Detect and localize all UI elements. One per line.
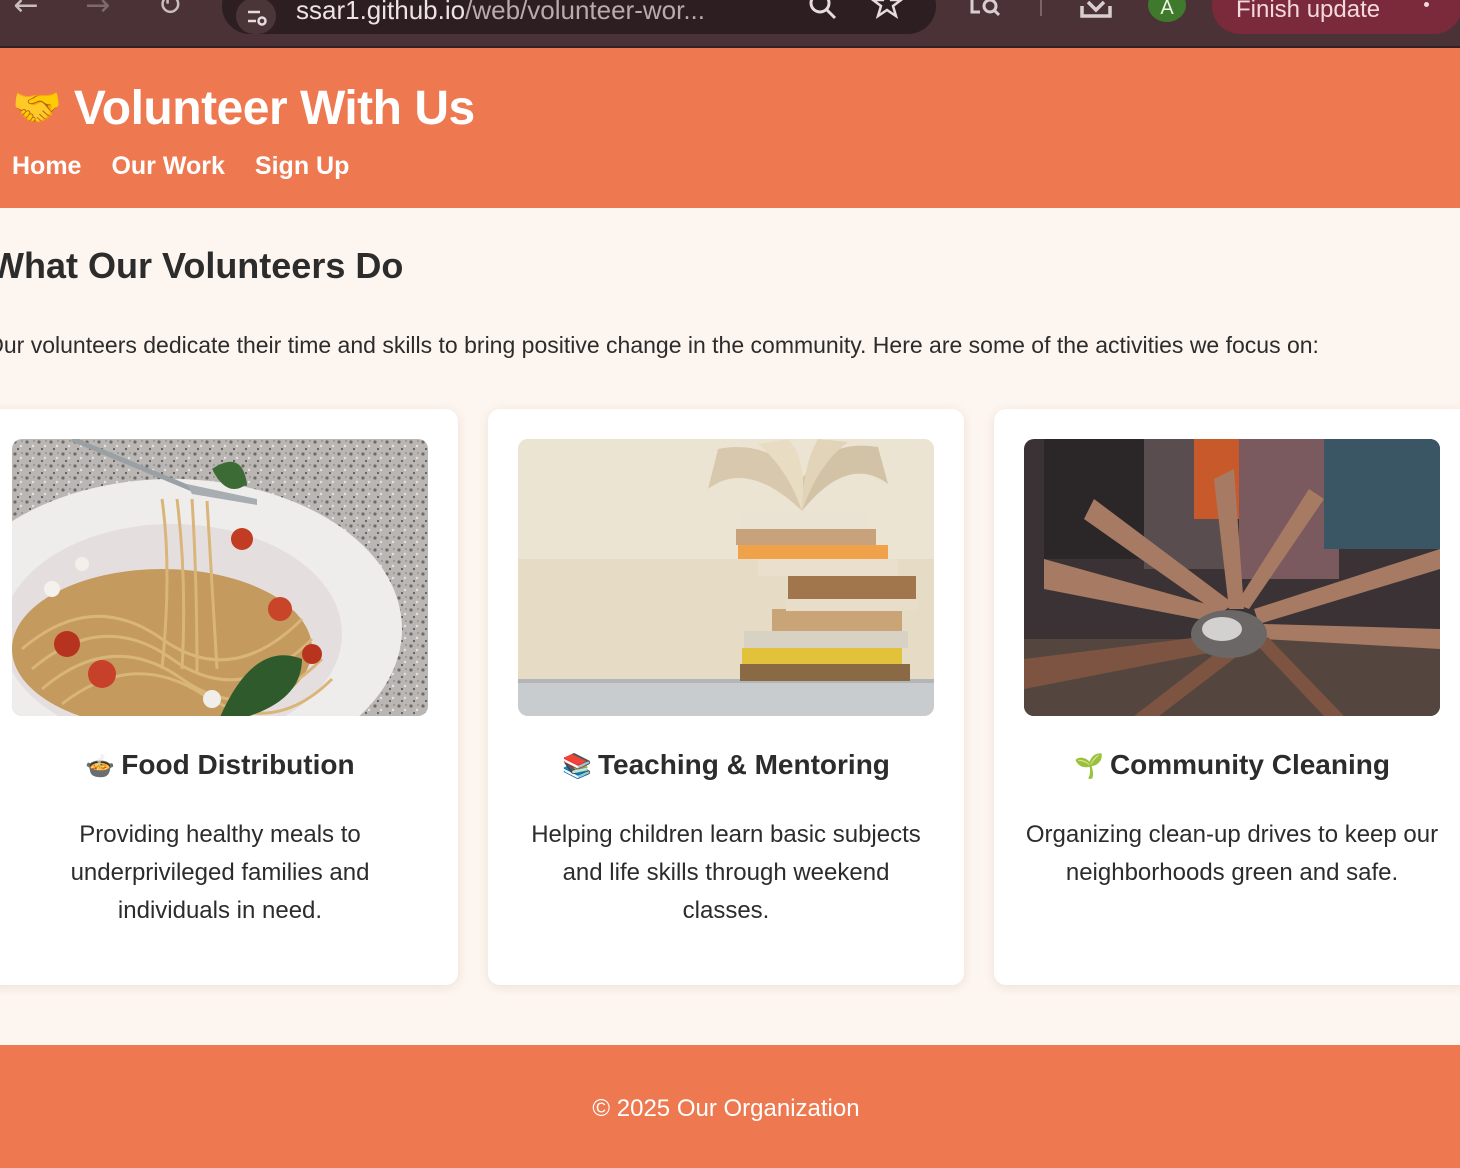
activity-card-food-distribution: 🍲 Food Distribution Providing healthy mea… — [0, 409, 458, 985]
activity-card-community-cleaning: 🌱 Community Cleaning Organizing clean-up … — [994, 409, 1460, 985]
seedling-icon: 🌱 — [1074, 752, 1104, 780]
stew-icon: 🍲 — [85, 752, 116, 780]
card-title-text: Teaching & Mentoring — [597, 749, 890, 780]
card-description: Providing healthy meals to underprivileg… — [70, 821, 370, 924]
finish-update-button[interactable]: Finish update — [1212, 0, 1460, 34]
url-domain: ssar1.github.io — [296, 0, 466, 25]
address-bar[interactable]: ssar1.github.io/web/volunteer-wor... — [222, 0, 936, 34]
footer-copyright: © 2025 Our Organization — [0, 1095, 1460, 1123]
lens-icon[interactable] — [968, 0, 1004, 28]
section-description: Our volunteers dedicate their time and s… — [0, 332, 1319, 358]
site-header: 🤝 Volunteer With Us Home Our Work Sign U… — [0, 48, 1460, 208]
hands-together-photo — [1024, 439, 1440, 716]
card-description: Helping children learn basic subjects an… — [531, 821, 921, 924]
toolbar-divider — [1040, 0, 1042, 16]
site-footer: © 2025 Our Organization — [0, 1045, 1460, 1168]
finish-update-label: Finish update — [1236, 0, 1381, 23]
footer-copyright-text: © 2025 Our Organization — [592, 1095, 860, 1122]
card-title: 🌱 Community Cleaning — [994, 749, 1460, 781]
profile-avatar[interactable]: A — [1148, 0, 1186, 22]
url-path: /web/volunteer-wor... — [465, 0, 705, 25]
pasta-photo — [12, 439, 428, 716]
more-options-icon[interactable] — [1424, 0, 1432, 12]
site-info-icon[interactable] — [236, 0, 276, 34]
back-arrow-icon[interactable]: ← — [6, 0, 46, 26]
url-text[interactable]: ssar1.github.io/web/volunteer-wor... — [296, 0, 705, 26]
card-title: 🍲 Food Distribution — [0, 749, 458, 781]
books-photo — [518, 439, 934, 716]
card-description: Organizing clean-up drives to keep our n… — [1025, 821, 1439, 886]
nav-link-home[interactable]: Home — [12, 152, 81, 181]
search-icon[interactable] — [806, 0, 840, 28]
site-title-text: Volunteer With Us — [73, 81, 475, 135]
card-title: 📚 Teaching & Mentoring — [488, 749, 964, 781]
books-icon: 📚 — [562, 752, 592, 780]
card-title-text: Community Cleaning — [1109, 749, 1390, 780]
forward-arrow-icon[interactable]: → — [78, 0, 118, 26]
download-icon[interactable] — [1078, 0, 1114, 28]
handshake-icon: 🤝 — [12, 85, 62, 131]
main-nav: Home Our Work Sign Up — [12, 152, 379, 181]
nav-link-sign-up[interactable]: Sign Up — [255, 152, 349, 181]
browser-toolbar: ← → ↻ ssar1.github.io/web/volunteer-wor.… — [0, 0, 1460, 48]
nav-link-our-work[interactable]: Our Work — [111, 152, 224, 181]
card-title-text: Food Distribution — [121, 749, 355, 780]
site-title: 🤝 Volunteer With Us — [12, 80, 475, 136]
bookmark-star-icon[interactable] — [870, 0, 904, 28]
reload-icon[interactable]: ↻ — [150, 0, 190, 26]
activity-card-teaching-mentoring: 📚 Teaching & Mentoring Helping children l… — [488, 409, 964, 985]
section-title: What Our Volunteers Do — [0, 245, 404, 286]
